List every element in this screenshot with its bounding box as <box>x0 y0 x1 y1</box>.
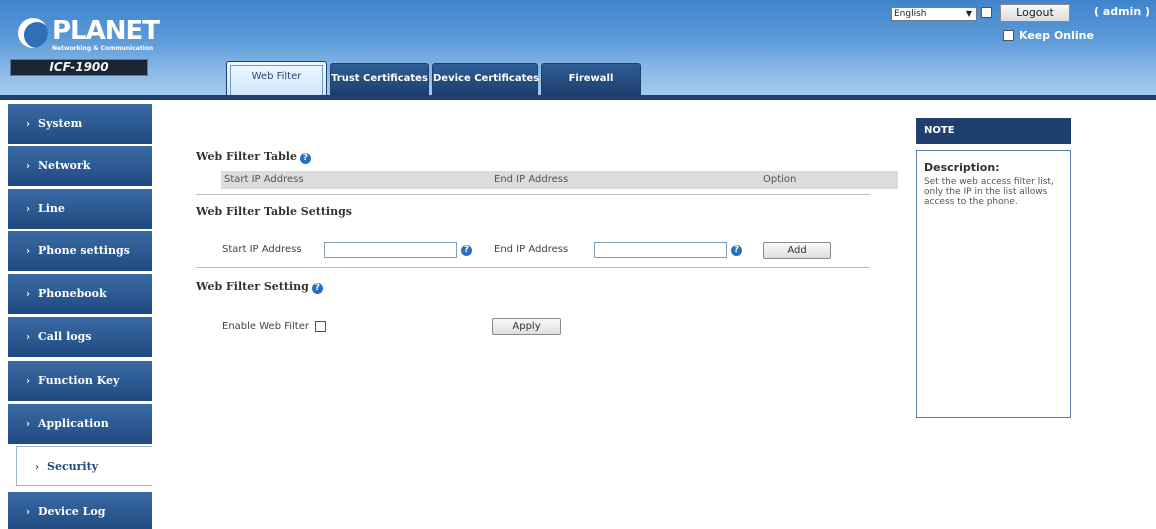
settings-divider <box>196 267 870 268</box>
language-select[interactable]: English ▼ <box>891 7 977 21</box>
tab-firewall[interactable]: Firewall <box>541 63 641 95</box>
web-filter-setting-title: Web Filter Setting? <box>196 280 323 294</box>
chevron-right-icon: › <box>26 246 30 257</box>
help-icon[interactable]: ? <box>299 153 311 164</box>
chevron-right-icon: › <box>26 289 30 300</box>
sidebar-item-network[interactable]: › Network <box>8 146 152 186</box>
user-label: ( admin ) <box>1094 5 1151 18</box>
chevron-right-icon: › <box>35 462 39 473</box>
chevron-right-icon: › <box>26 507 30 518</box>
main-content: Web Filter Table? Start IP Address End I… <box>152 100 912 529</box>
note-description-text: Set the web access filter list, only the… <box>924 177 1054 207</box>
web-filter-table-header: Start IP Address End IP Address Option <box>221 171 898 189</box>
help-icon[interactable]: ? <box>731 245 742 256</box>
logo-mark-icon <box>18 18 48 48</box>
tab-device-certificates[interactable]: Device Certificates <box>432 63 540 95</box>
logo-text: PLANET <box>52 16 160 46</box>
end-ip-input[interactable] <box>594 242 727 258</box>
chevron-right-icon: › <box>26 332 30 343</box>
enable-web-filter-label: Enable Web Filter <box>222 321 309 332</box>
start-ip-label: Start IP Address <box>222 244 302 255</box>
header-bar: PLANET Networking & Communication ICF-19… <box>0 0 1156 100</box>
sidebar-item-label: Call logs <box>38 330 92 343</box>
sidebar-item-phone-settings[interactable]: › Phone settings <box>8 231 152 271</box>
chevron-right-icon: › <box>26 419 30 430</box>
sidebar-item-label: Network <box>38 159 91 172</box>
logout-button[interactable]: Logout <box>1000 4 1070 22</box>
sidebar-item-label: System <box>38 117 83 130</box>
section-title-text: Web Filter Setting <box>196 280 309 293</box>
logo-subtitle: Networking & Communication <box>52 45 154 52</box>
sidebar-item-label: Function Key <box>38 374 120 387</box>
column-header-end-ip: End IP Address <box>494 174 569 185</box>
help-icon[interactable]: ? <box>311 283 323 294</box>
apply-button[interactable]: Apply <box>492 318 561 335</box>
sidebar-item-line[interactable]: › Line <box>8 189 152 229</box>
chevron-down-icon: ▼ <box>965 9 972 18</box>
table-divider <box>196 194 870 195</box>
column-header-option: Option <box>763 174 797 185</box>
model-badge: ICF-1900 <box>10 59 148 76</box>
tab-web-filter[interactable]: Web Filter <box>226 61 327 95</box>
chevron-right-icon: › <box>26 161 30 172</box>
sidebar-item-call-logs[interactable]: › Call logs <box>8 317 152 357</box>
tab-trust-certificates[interactable]: Trust Certificates <box>330 63 429 95</box>
note-panel: Description: Set the web access filter l… <box>916 150 1071 418</box>
tab-label: Trust Certificates <box>331 73 428 84</box>
note-description-title: Description: <box>924 161 1000 174</box>
keep-online-label: Keep Online <box>1019 29 1094 42</box>
help-icon[interactable]: ? <box>461 245 472 256</box>
sidebar-item-label: Device Log <box>38 505 106 518</box>
sidebar-item-label: Application <box>38 417 109 430</box>
column-header-start-ip: Start IP Address <box>224 174 304 185</box>
enable-web-filter-checkbox[interactable] <box>315 321 326 332</box>
start-ip-input[interactable] <box>324 242 457 258</box>
sidebar-item-label: Line <box>38 202 65 215</box>
sidebar-item-device-log[interactable]: › Device Log <box>8 492 152 529</box>
chevron-right-icon: › <box>26 204 30 215</box>
web-filter-table-title: Web Filter Table? <box>196 150 311 164</box>
section-title-text: Web Filter Table <box>196 150 297 163</box>
keep-online-checkbox[interactable] <box>1003 30 1014 41</box>
sidebar-item-system[interactable]: › System <box>8 104 152 144</box>
language-checkbox[interactable] <box>981 7 992 18</box>
sidebar-item-phonebook[interactable]: › Phonebook <box>8 274 152 314</box>
sidebar-item-label: Phonebook <box>38 287 107 300</box>
sidebar-item-label: Security <box>47 460 99 473</box>
end-ip-label: End IP Address <box>494 244 569 255</box>
web-filter-table-settings-title: Web Filter Table Settings <box>196 205 352 218</box>
add-button[interactable]: Add <box>763 242 831 259</box>
tab-label: Device Certificates <box>433 73 540 84</box>
chevron-right-icon: › <box>26 376 30 387</box>
note-header: NOTE <box>916 118 1071 144</box>
tab-label: Web Filter <box>251 71 302 82</box>
sidebar-item-label: Phone settings <box>38 244 130 257</box>
sidebar: › System › Network › Line › Phone settings ›… <box>0 100 152 529</box>
sidebar-item-security[interactable]: › Security <box>16 446 152 486</box>
chevron-right-icon: › <box>26 119 30 130</box>
sidebar-item-function-key[interactable]: › Function Key <box>8 361 152 401</box>
planet-logo: PLANET Networking & Communication <box>18 16 160 56</box>
sidebar-item-application[interactable]: › Application <box>8 404 152 444</box>
tab-label: Firewall <box>568 73 614 84</box>
language-value: English <box>894 9 927 19</box>
